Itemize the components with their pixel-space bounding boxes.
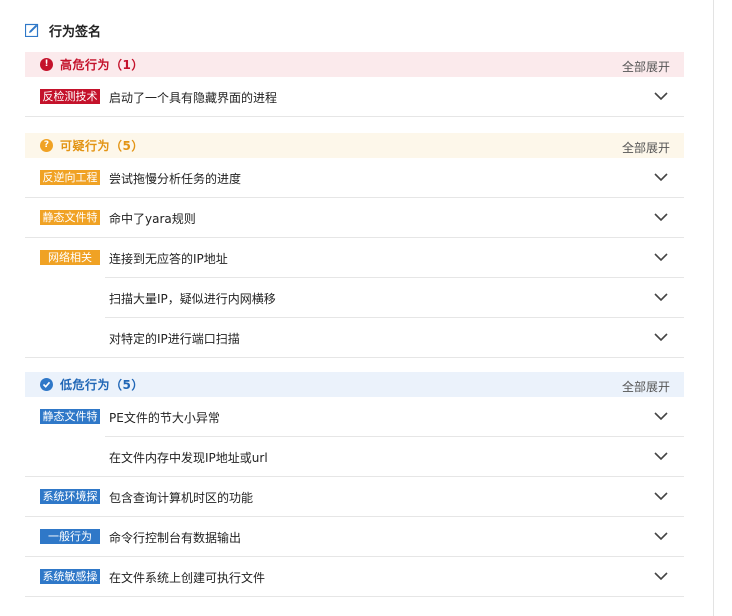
category-tag: 反检测技术 <box>40 89 100 104</box>
behavior-text: 命中了yara规则 <box>109 212 196 226</box>
expand-all-button[interactable]: 全部展开 <box>622 378 670 395</box>
list-item[interactable]: 扫描大量IP，疑似进行内网横移 <box>25 278 684 318</box>
behavior-text: 在文件系统上创建可执行文件 <box>109 571 266 585</box>
section-header: ! 高危行为（1） 全部展开 <box>25 52 684 77</box>
chevron-down-icon[interactable] <box>654 292 668 302</box>
divider <box>25 357 684 358</box>
chevron-down-icon[interactable] <box>654 451 668 461</box>
category-tag: 一般行为 <box>40 529 100 544</box>
exclamation-icon: ! <box>40 58 53 71</box>
behavior-text: 包含查询计算机时区的功能 <box>109 491 254 505</box>
expand-all-button[interactable]: 全部展开 <box>622 58 670 75</box>
chevron-down-icon[interactable] <box>654 332 668 342</box>
category-tag: 系统敏感操 <box>40 569 100 584</box>
chevron-down-icon[interactable] <box>654 491 668 501</box>
check-icon <box>40 378 53 391</box>
divider <box>25 596 684 597</box>
category-tag: 系统环境探 <box>40 489 100 504</box>
chevron-down-icon[interactable] <box>654 571 668 581</box>
list-item[interactable]: 对特定的IP进行端口扫描 <box>25 318 684 358</box>
chevron-down-icon[interactable] <box>654 172 668 182</box>
section-title: 低危行为（5） <box>60 378 144 392</box>
divider <box>25 116 684 117</box>
list-item[interactable]: 静态文件特 命中了yara规则 <box>25 198 684 238</box>
behavior-signature-panel: 行为签名 ! 高危行为（1） 全部展开 反检测技术 启动了一个具有隐藏界面的进程… <box>0 0 714 616</box>
section-title: 可疑行为（5） <box>60 139 144 153</box>
behavior-text: 扫描大量IP，疑似进行内网横移 <box>109 292 276 306</box>
section-suspicious: ? 可疑行为（5） 全部展开 反逆向工程 尝试拖慢分析任务的进度 静态文件特 命… <box>25 133 684 358</box>
section-high-risk: ! 高危行为（1） 全部展开 反检测技术 启动了一个具有隐藏界面的进程 <box>25 52 684 117</box>
list-item[interactable]: 在文件内存中发现IP地址或url <box>25 437 684 477</box>
edit-icon <box>24 23 39 38</box>
behavior-text: 命令行控制台有数据输出 <box>109 531 242 545</box>
list-item[interactable]: 一般行为 命令行控制台有数据输出 <box>25 517 684 557</box>
behavior-text: 连接到无应答的IP地址 <box>109 252 228 266</box>
chevron-down-icon[interactable] <box>654 91 668 101</box>
behavior-text: 尝试拖慢分析任务的进度 <box>109 172 242 186</box>
list-item[interactable]: 系统敏感操 在文件系统上创建可执行文件 <box>25 557 684 597</box>
category-tag: 静态文件特 <box>40 409 100 424</box>
list-item[interactable]: 网络相关 连接到无应答的IP地址 <box>25 238 684 278</box>
section-low-risk: 低危行为（5） 全部展开 静态文件特 PE文件的节大小异常 在文件内存中发现IP… <box>25 372 684 597</box>
section-header: ? 可疑行为（5） 全部展开 <box>25 133 684 158</box>
behavior-text: 启动了一个具有隐藏界面的进程 <box>109 91 278 105</box>
panel-title-row: 行为签名 <box>24 20 102 40</box>
chevron-down-icon[interactable] <box>654 212 668 222</box>
chevron-down-icon[interactable] <box>654 411 668 421</box>
list-item[interactable]: 反逆向工程 尝试拖慢分析任务的进度 <box>25 158 684 198</box>
page-title: 行为签名 <box>49 24 102 40</box>
behavior-text: PE文件的节大小异常 <box>109 411 220 425</box>
expand-all-button[interactable]: 全部展开 <box>622 139 670 156</box>
section-header: 低危行为（5） 全部展开 <box>25 372 684 397</box>
behavior-text: 在文件内存中发现IP地址或url <box>109 451 268 465</box>
behavior-text: 对特定的IP进行端口扫描 <box>109 332 240 346</box>
list-item[interactable]: 反检测技术 启动了一个具有隐藏界面的进程 <box>25 77 684 117</box>
question-icon: ? <box>40 139 53 152</box>
category-tag: 网络相关 <box>40 250 100 265</box>
list-item[interactable]: 静态文件特 PE文件的节大小异常 <box>25 397 684 437</box>
chevron-down-icon[interactable] <box>654 252 668 262</box>
category-tag: 静态文件特 <box>40 210 100 225</box>
section-title: 高危行为（1） <box>60 58 144 72</box>
chevron-down-icon[interactable] <box>654 531 668 541</box>
list-item[interactable]: 系统环境探 包含查询计算机时区的功能 <box>25 477 684 517</box>
category-tag: 反逆向工程 <box>40 170 100 185</box>
